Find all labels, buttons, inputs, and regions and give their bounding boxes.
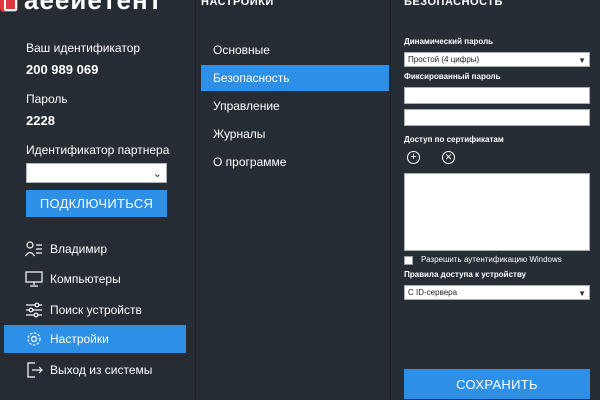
dynamic-password-select[interactable]: Простой (4 цифры) ▼ bbox=[404, 52, 590, 67]
cert-list[interactable] bbox=[404, 173, 590, 251]
nav-item-label: Выход из системы bbox=[50, 363, 153, 377]
sliders-icon bbox=[24, 301, 44, 319]
chevron-down-icon[interactable]: ⌄ bbox=[153, 167, 162, 180]
nav-item-computers[interactable]: Компьютеры bbox=[4, 265, 186, 293]
gear-icon bbox=[24, 330, 44, 348]
nav-item-user[interactable]: Владимир bbox=[4, 235, 186, 263]
logout-icon bbox=[24, 361, 44, 379]
chevron-down-icon[interactable]: ▼ bbox=[578, 287, 586, 300]
nav-item-label: Настройки bbox=[50, 332, 109, 346]
settings-item-general[interactable]: Основные bbox=[201, 37, 389, 63]
plus-icon: + bbox=[410, 151, 417, 163]
chevron-down-icon[interactable]: ▼ bbox=[578, 54, 586, 67]
fixed-password-input[interactable] bbox=[404, 87, 590, 104]
nav-item-settings[interactable]: Настройки bbox=[4, 325, 186, 353]
id-value: 200 989 069 bbox=[26, 62, 99, 77]
nav-item-label: Поиск устройств bbox=[50, 303, 142, 317]
fixed-password-confirm-input[interactable] bbox=[404, 109, 590, 126]
windows-auth-label: Разрешить аутентификацию Windows bbox=[421, 255, 562, 264]
settings-item-security[interactable]: Безопасность bbox=[201, 65, 389, 91]
nav-item-label: Компьютеры bbox=[50, 272, 121, 286]
nav-item-logout[interactable]: Выход из системы bbox=[4, 356, 186, 384]
access-rules-label: Правила доступа к устройству bbox=[404, 270, 527, 279]
settings-item-control[interactable]: Управление bbox=[201, 93, 389, 119]
access-rules-select[interactable]: С ID-сервера ▼ bbox=[404, 285, 590, 300]
close-icon: ✕ bbox=[444, 152, 453, 162]
id-label: Ваш идентификатор bbox=[26, 41, 141, 55]
access-rules-value: С ID-сервера bbox=[408, 288, 458, 297]
security-title: БЕЗОПАСНОСТЬ bbox=[404, 0, 503, 8]
logo-text: aeeиeтeнт bbox=[24, 0, 163, 15]
fixed-password-label: Фиксированный пароль bbox=[404, 72, 501, 81]
settings-item-about[interactable]: О программе bbox=[201, 149, 389, 175]
settings-item-logs[interactable]: Журналы bbox=[201, 121, 389, 147]
cert-access-label: Доступ по сертификатам bbox=[404, 135, 504, 144]
settings-panel: НАСТРОЙКИ Основные Безопасность Управлен… bbox=[195, 0, 390, 400]
user-list-icon bbox=[24, 240, 44, 258]
left-panel: aeeиeтeнт Ваш идентификатор 200 989 069 … bbox=[0, 0, 195, 400]
connect-button[interactable]: ПОДКЛЮЧИТЬСЯ bbox=[26, 190, 167, 217]
security-panel: БЕЗОПАСНОСТЬ Динамический пароль Простой… bbox=[390, 0, 600, 400]
password-label: Пароль bbox=[26, 92, 68, 106]
partner-id-input[interactable]: ⌄ bbox=[26, 163, 167, 183]
dynamic-password-value: Простой (4 цифры) bbox=[408, 55, 480, 64]
remove-cert-button[interactable]: ✕ bbox=[442, 151, 455, 164]
password-value: 2228 bbox=[26, 113, 55, 128]
add-cert-button[interactable]: + bbox=[407, 151, 420, 164]
settings-title: НАСТРОЙКИ bbox=[201, 0, 274, 8]
monitor-icon bbox=[24, 270, 44, 288]
logo-icon bbox=[0, 0, 18, 12]
save-button[interactable]: СОХРАНИТЬ bbox=[404, 369, 590, 399]
windows-auth-checkbox[interactable] bbox=[404, 256, 413, 265]
partner-id-label: Идентификатор партнера bbox=[26, 143, 170, 157]
app-logo: aeeиeтeнт bbox=[0, 0, 163, 15]
nav-item-label: Владимир bbox=[50, 242, 108, 256]
dynamic-password-label: Динамический пароль bbox=[404, 37, 494, 46]
nav-item-device-search[interactable]: Поиск устройств bbox=[4, 296, 186, 324]
